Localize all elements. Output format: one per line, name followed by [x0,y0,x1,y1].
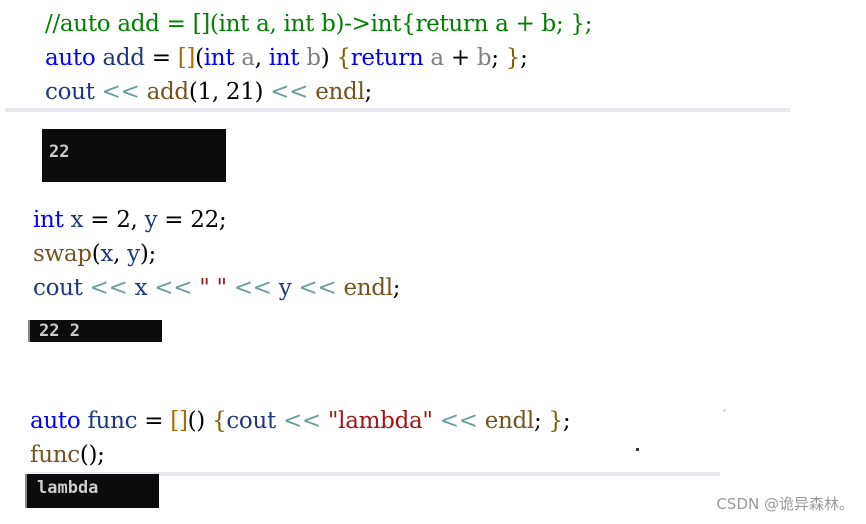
code-token: = 2, [83,207,145,233]
code-token: { [211,408,227,434]
code-token: add [146,79,190,105]
code-token: ( [195,45,204,71]
console-output-1: 22 [42,129,226,182]
code-token: ; [520,45,528,71]
code-token: return [350,45,424,71]
code-token: add [102,45,145,71]
code-token: auto [30,408,81,434]
console-output-3: lambda [25,474,159,508]
code-token: b [476,45,492,71]
code-line: func(); [30,438,570,472]
code-line: int x = 2, y = 22; [33,203,400,237]
code-token: << [439,408,478,434]
code-token: cout [33,275,83,301]
code-token: , [113,241,128,267]
code-token: [] [177,45,196,71]
code-block-lambda-func: auto func = []() {cout << "lambda" << en… [30,404,571,472]
code-token: x [134,275,148,301]
code-token: //auto add = [](int a, int b)->int{retur… [45,11,593,37]
code-token: { [336,45,351,71]
code-token: << [270,79,309,105]
code-token: int [268,45,300,71]
code-token: ; [534,408,549,434]
code-block-swap: int x = 2, y = 22; swap(x, y); cout << x <… [33,203,401,305]
code-token: () [187,408,212,434]
code-token: a [430,45,444,71]
code-token: << [89,275,128,301]
code-token: = 22; [157,207,227,233]
code-token: << [233,275,272,301]
code-line: //auto add = [](int a, int b)->int{retur… [45,7,593,41]
code-token: ; [491,45,506,71]
code-token: = [144,45,178,71]
code-token: ; [392,275,401,301]
code-line: auto func = []() {cout << "lambda" << en… [30,404,571,438]
code-token: + [443,45,477,71]
code-token: " " [199,275,227,301]
code-token: y [278,275,292,301]
divider [5,108,790,112]
stray-dot [723,409,726,412]
code-token: = [137,408,171,434]
code-line: cout << add(1, 21) << endl; [45,75,592,109]
console-output-2: 22 2 [28,320,162,342]
code-token: cout [45,79,95,105]
code-token: << [101,79,140,105]
code-token: int [33,207,64,233]
code-token: x [100,241,114,267]
code-token: ); [139,241,156,267]
code-token: x [70,207,84,233]
code-line: cout << x << " " << y << endl; [33,271,401,305]
code-token: } [505,45,521,71]
code-block-lambda-add: //auto add = [](int a, int b)->int{retur… [45,7,593,109]
code-token: y [144,207,158,233]
code-token: [] [170,408,188,434]
stray-dot [636,448,639,451]
code-token: << [298,275,337,301]
code-token: swap [33,241,92,267]
code-token: } [548,408,563,434]
code-token: endl [315,79,365,105]
code-line: swap(x, y); [33,237,400,271]
output-text: 22 [49,142,70,162]
output-text: 22 2 [39,321,80,341]
code-token: ; [562,408,571,434]
code-token: , [254,45,269,71]
output-text: lambda [37,478,99,498]
code-token: << [154,275,193,301]
code-token: a [241,45,255,71]
code-token: << [282,408,321,434]
watermark: CSDN @诡异森林。 [716,495,854,513]
code-token: ; [364,79,373,105]
code-line: auto add = [](int a, int b) {return a + … [45,41,592,75]
code-token: cout [226,408,276,434]
code-token: ) [320,45,337,71]
code-token: endl [343,275,393,301]
code-token: "lambda" [327,408,433,434]
code-token: func [30,442,80,468]
code-token: b [306,45,321,71]
code-token: int [203,45,235,71]
code-token: (1, 21) [188,79,271,105]
code-token: y [127,241,140,267]
code-token: endl [484,408,535,434]
code-token: auto [45,45,96,71]
code-token: (); [79,442,105,468]
code-token: func [87,408,138,434]
